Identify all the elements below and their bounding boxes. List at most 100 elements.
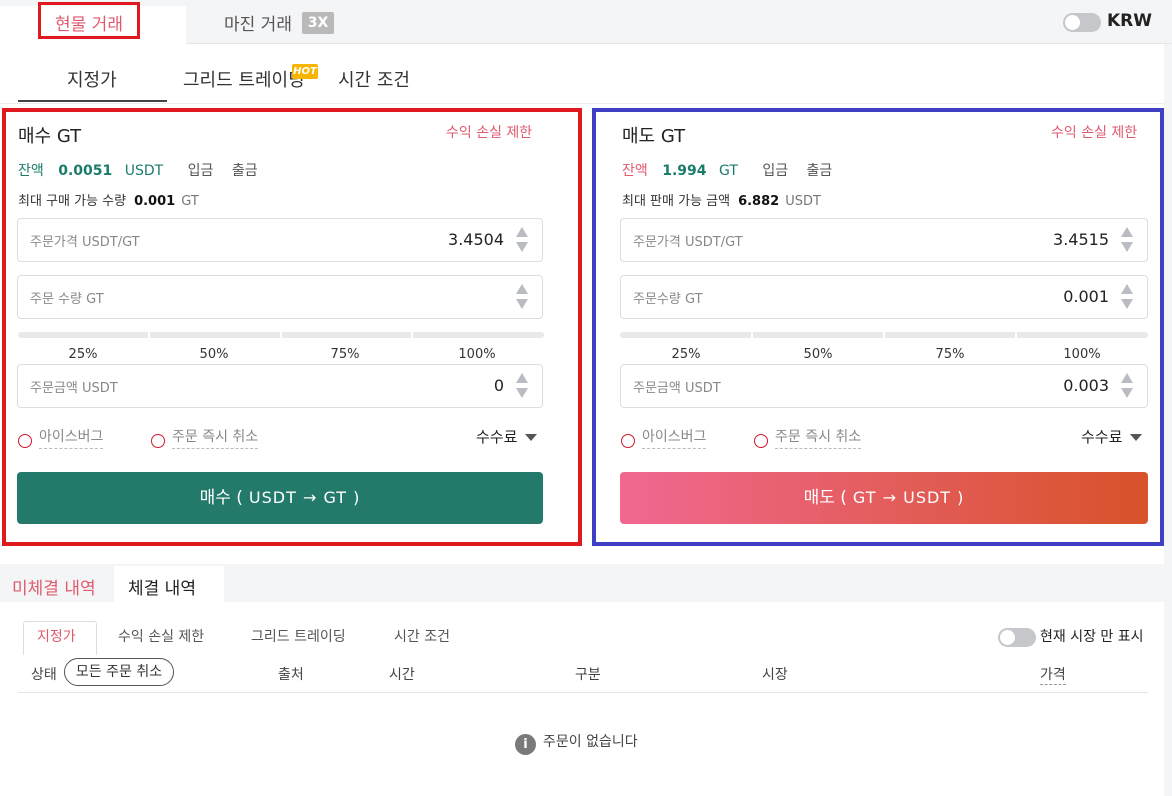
iceberg-radio[interactable] <box>621 434 635 448</box>
iceberg-label[interactable]: 아이스버그 <box>39 426 104 449</box>
buy-button-pair: USDT → GT ) <box>248 488 361 507</box>
stepper-down-icon[interactable] <box>516 242 528 252</box>
withdraw-link[interactable]: 출금 <box>807 163 833 179</box>
price-stepper[interactable] <box>516 227 530 255</box>
qty-stepper[interactable] <box>516 284 530 312</box>
fee-dropdown[interactable]: 수수료 <box>1081 426 1143 447</box>
krw-toggle[interactable] <box>1063 13 1101 32</box>
ioc-label[interactable]: 주문 즉시 취소 <box>172 426 259 449</box>
qty-stepper[interactable] <box>1121 284 1135 312</box>
amount-stepper[interactable] <box>516 373 530 401</box>
slider-tick <box>751 332 753 338</box>
stepper-down-icon[interactable] <box>1121 242 1133 252</box>
tab-margin-trading[interactable]: 마진 거래 <box>224 10 292 35</box>
tab-time-condition[interactable]: 시간 조건 <box>338 66 410 92</box>
sell-max-row: 최대 판매 가능 금액 6.882 USDT <box>622 190 821 209</box>
price-stepper[interactable] <box>1121 227 1135 255</box>
stepper-up-icon[interactable] <box>1121 227 1133 237</box>
slider-tick <box>148 332 150 338</box>
qty-label: 주문 수량 GT <box>30 292 104 307</box>
balance-unit: USDT <box>124 163 164 179</box>
leverage-badge: 3X <box>302 12 334 34</box>
pct-50[interactable]: 50% <box>184 347 244 362</box>
stepper-down-icon[interactable] <box>516 388 528 398</box>
empty-orders-message: 주문이 없습니다 <box>543 734 638 750</box>
slider-tick <box>280 332 282 338</box>
amount-label: 주문금액 USDT <box>30 381 118 396</box>
order-type-tabs: 지정가 그리드 트레이딩 HOT 시간 조건 <box>0 44 1164 104</box>
subtab-limit[interactable]: 지정가 <box>37 626 76 646</box>
pct-100[interactable]: 100% <box>1052 347 1112 362</box>
orders-tab-bar: 미체결 내역 체결 내역 <box>0 566 1164 602</box>
fee-dropdown[interactable]: 수수료 <box>476 426 538 447</box>
amount-value[interactable]: 0 <box>494 376 504 395</box>
pct-25[interactable]: 25% <box>656 347 716 362</box>
subtab-time[interactable]: 시간 조건 <box>394 626 450 646</box>
toggle-knob <box>1000 630 1015 645</box>
stepper-up-icon[interactable] <box>516 284 528 294</box>
stepper-down-icon[interactable] <box>516 299 528 309</box>
iceberg-radio[interactable] <box>18 434 32 448</box>
buy-percent-slider[interactable] <box>18 332 544 338</box>
deposit-link[interactable]: 입금 <box>188 163 214 179</box>
sell-button[interactable]: 매도 (GT → USDT ) <box>620 472 1148 524</box>
krw-label: KRW <box>1107 11 1153 31</box>
stepper-up-icon[interactable] <box>516 227 528 237</box>
slider-tick <box>883 332 885 338</box>
amount-stepper[interactable] <box>1121 373 1135 401</box>
tab-order-history[interactable]: 체결 내역 <box>128 574 196 599</box>
col-price: 가격 <box>1040 664 1066 685</box>
pct-50[interactable]: 50% <box>788 347 848 362</box>
buy-balance-row: 잔액 0.0051 USDT 입금 출금 <box>18 160 272 180</box>
stepper-down-icon[interactable] <box>1121 388 1133 398</box>
sell-button-label: 매도 ( <box>803 488 847 508</box>
slider-tick <box>411 332 413 338</box>
stepper-down-icon[interactable] <box>1121 299 1133 309</box>
buy-button[interactable]: 매수 ( USDT → GT ) <box>17 472 543 524</box>
ioc-radio[interactable] <box>754 434 768 448</box>
buy-panel: 매수 GT 수익 손실 제한 잔액 0.0051 USDT 입금 출금 최대 구… <box>2 108 582 546</box>
buy-qty-field[interactable]: 주문 수량 GT <box>17 275 543 319</box>
pct-100[interactable]: 100% <box>447 347 507 362</box>
stepper-up-icon[interactable] <box>1121 284 1133 294</box>
price-value[interactable]: 3.4515 <box>1053 230 1109 249</box>
subtab-tp-sl[interactable]: 수익 손실 제한 <box>118 626 204 646</box>
orders-section: 미체결 내역 체결 내역 지정가 수익 손실 제한 그리드 트레이딩 시간 조건… <box>0 566 1164 796</box>
sell-tp-sl-link[interactable]: 수익 손실 제한 <box>1051 122 1137 142</box>
buy-price-field[interactable]: 주문가격 USDT/GT 3.4504 <box>17 218 543 262</box>
subtab-grid[interactable]: 그리드 트레이딩 <box>251 626 346 646</box>
balance-unit: GT <box>718 163 738 179</box>
sell-amount-field[interactable]: 주문금액 USDT 0.003 <box>620 364 1148 408</box>
buy-amount-field[interactable]: 주문금액 USDT 0 <box>17 364 543 408</box>
withdraw-link[interactable]: 출금 <box>232 163 258 179</box>
buy-tp-sl-link[interactable]: 수익 손실 제한 <box>446 122 532 142</box>
deposit-link[interactable]: 입금 <box>762 163 788 179</box>
price-label: 주문가격 USDT/GT <box>633 235 743 250</box>
pct-25[interactable]: 25% <box>53 347 113 362</box>
pct-75[interactable]: 75% <box>920 347 980 362</box>
stepper-up-icon[interactable] <box>516 373 528 383</box>
pct-75[interactable]: 75% <box>315 347 375 362</box>
stepper-up-icon[interactable] <box>1121 373 1133 383</box>
ioc-radio[interactable] <box>151 434 165 448</box>
buy-button-label: 매수 ( <box>199 488 243 508</box>
sell-qty-field[interactable]: 주문수량 GT 0.001 <box>620 275 1148 319</box>
slider-tick <box>1015 332 1017 338</box>
tab-open-orders[interactable]: 미체결 내역 <box>12 574 96 599</box>
ioc-label[interactable]: 주문 즉시 취소 <box>775 426 862 449</box>
tab-limit[interactable]: 지정가 <box>67 66 117 92</box>
col-market: 시장 <box>762 667 788 683</box>
col-status: 상태 <box>31 667 57 683</box>
amount-value[interactable]: 0.003 <box>1063 376 1109 395</box>
current-market-toggle[interactable] <box>998 628 1036 647</box>
tab-grid-trading[interactable]: 그리드 트레이딩 <box>183 66 305 92</box>
sell-percent-slider[interactable] <box>620 332 1148 338</box>
qty-value[interactable]: 0.001 <box>1063 287 1109 306</box>
price-value[interactable]: 3.4504 <box>448 230 504 249</box>
sell-price-field[interactable]: 주문가격 USDT/GT 3.4515 <box>620 218 1148 262</box>
toggle-knob <box>1065 15 1080 30</box>
cancel-all-button[interactable]: 모든 주문 취소 <box>64 658 174 686</box>
max-unit: USDT <box>785 194 821 209</box>
max-unit: GT <box>181 194 199 209</box>
iceberg-label[interactable]: 아이스버그 <box>642 426 707 449</box>
